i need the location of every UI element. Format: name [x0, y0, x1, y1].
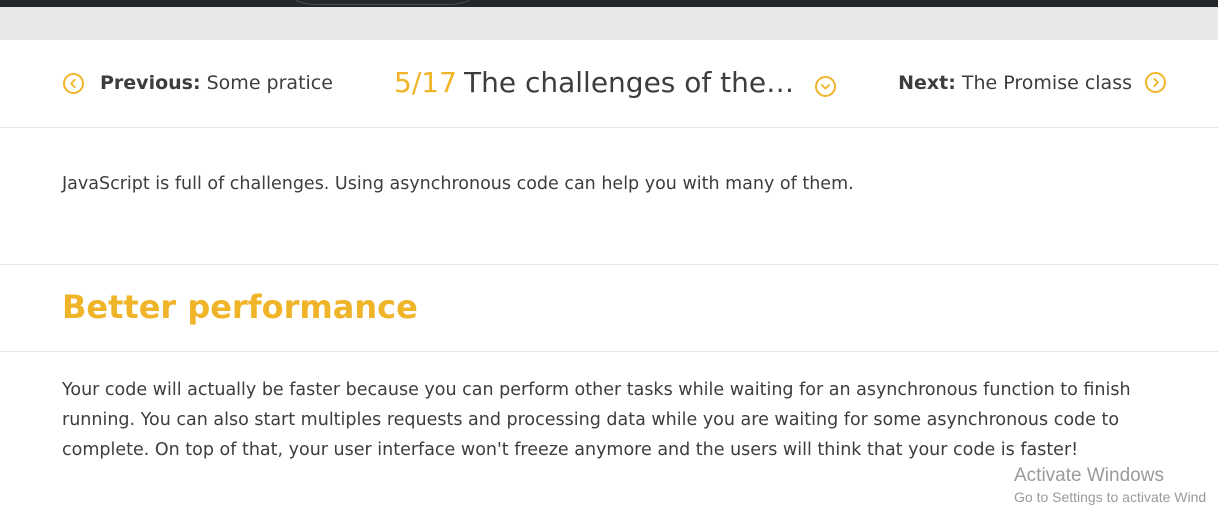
- previous-chapter-link[interactable]: Previous: Some pratice: [100, 72, 333, 94]
- intro-section: JavaScript is full of challenges. Using …: [0, 128, 1218, 265]
- top-bar-decoration: [270, 0, 495, 5]
- top-bar: [0, 0, 1218, 7]
- chevron-left-circle-icon[interactable]: [63, 73, 84, 94]
- header-strip: [0, 7, 1218, 40]
- previous-label: Previous:: [100, 72, 201, 94]
- chapter-number: 5/17: [394, 66, 457, 99]
- section-heading: Better performance: [62, 288, 418, 326]
- chapter-title[interactable]: The challenges of the asynchronous code: [464, 66, 802, 99]
- next-label: Next:: [898, 72, 956, 94]
- activation-watermark-subtitle: Go to Settings to activate Wind: [1014, 489, 1207, 505]
- intro-text: JavaScript is full of challenges. Using …: [62, 174, 854, 194]
- previous-chapter-title: Some pratice: [206, 72, 333, 94]
- activation-watermark-title: Activate Windows: [1014, 465, 1164, 486]
- chevron-right-circle-icon[interactable]: [1145, 72, 1166, 93]
- section-paragraph: Your code will actually be faster becaus…: [62, 380, 1131, 460]
- chevron-down-circle-icon[interactable]: [815, 76, 836, 97]
- chapter-navigation: Previous: Some pratice 5/17 The challeng…: [0, 40, 1218, 128]
- next-chapter-title: The Promise class: [961, 72, 1132, 94]
- section-header: Better performance: [0, 265, 1218, 352]
- next-chapter-link[interactable]: Next: The Promise class: [898, 72, 1132, 94]
